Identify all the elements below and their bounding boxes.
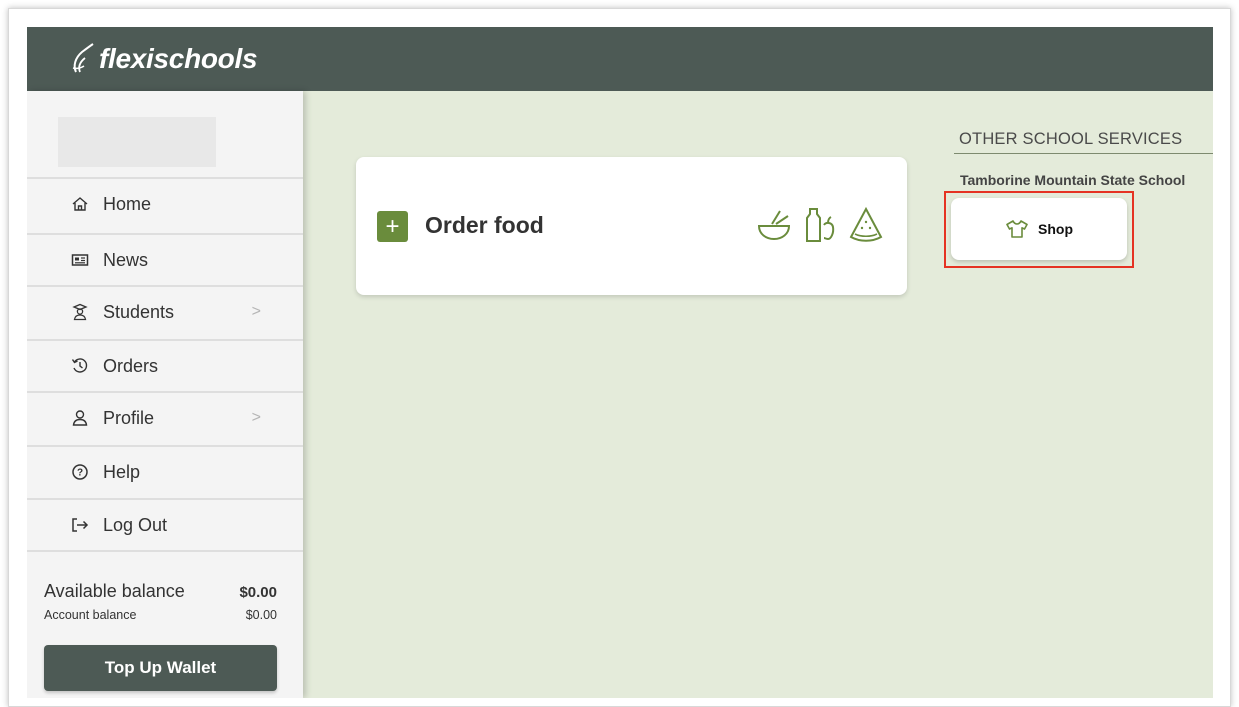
sidebar-item-help[interactable]: ? Help [27, 445, 303, 497]
sidebar-item-profile[interactable]: Profile > [27, 391, 303, 443]
tshirt-icon [1006, 220, 1028, 238]
help-icon: ? [69, 461, 91, 483]
food-icons-group [756, 205, 884, 245]
school-name: Tamborine Mountain State School [960, 172, 1186, 188]
history-icon [69, 355, 91, 377]
drink-apple-icon [806, 208, 835, 242]
chevron-right-icon: > [251, 303, 261, 320]
account-balance-row: Account balance $0.00 [44, 608, 277, 622]
watermelon-icon [849, 206, 883, 242]
other-services-title: OTHER SCHOOL SERVICES [959, 130, 1183, 148]
user-icon [69, 407, 91, 429]
available-balance-label: Available balance [44, 581, 185, 601]
student-icon [69, 301, 91, 323]
account-balance-value: $0.00 [245, 608, 277, 622]
account-balance-label: Account balance [44, 608, 137, 622]
brand-name: flexischools [99, 43, 258, 74]
available-balance-value: $0.00 [239, 584, 277, 601]
sidebar-item-logout[interactable]: Log Out [27, 498, 303, 550]
section-divider [954, 153, 1213, 154]
sidebar-item-news[interactable]: News [27, 233, 303, 285]
leaf-logo-icon [72, 43, 94, 73]
top-bar: flexischools [27, 27, 1213, 91]
sidebar-item-label: Orders [103, 355, 159, 376]
app-window: flexischools Home News Students > Orders… [27, 27, 1213, 698]
sidebar-item-home[interactable]: Home [27, 177, 303, 229]
sidebar-item-label: Help [103, 461, 141, 482]
sidebar-item-label: Profile [103, 407, 155, 428]
sidebar-item-label: Home [103, 193, 152, 214]
newspaper-icon [69, 249, 91, 271]
sidebar-item-students[interactable]: Students > [27, 285, 303, 337]
sidebar-divider [27, 550, 303, 552]
sidebar-item-label: Students [103, 301, 175, 322]
plus-icon: + [377, 211, 408, 242]
school-logo-placeholder [58, 117, 216, 167]
sidebar-item-label: News [103, 249, 149, 270]
sidebar: Home News Students > Orders Profile > ? … [27, 91, 303, 698]
sidebar-item-label: Log Out [103, 514, 168, 535]
shop-label: Shop [1038, 221, 1073, 237]
order-food-card[interactable]: + Order food [356, 157, 907, 295]
sidebar-item-orders[interactable]: Orders [27, 339, 303, 391]
top-up-wallet-button[interactable]: Top Up Wallet [44, 645, 277, 691]
logout-icon [69, 514, 91, 536]
home-icon [69, 193, 91, 215]
shop-button[interactable]: Shop [951, 198, 1127, 260]
svg-text:?: ? [77, 468, 83, 479]
bowl-icon [757, 210, 791, 241]
order-food-label: Order food [425, 212, 544, 238]
flexischools-logo[interactable]: flexischools [71, 39, 258, 79]
chevron-right-icon: > [251, 409, 261, 426]
available-balance-row: Available balance $0.00 [44, 581, 277, 602]
